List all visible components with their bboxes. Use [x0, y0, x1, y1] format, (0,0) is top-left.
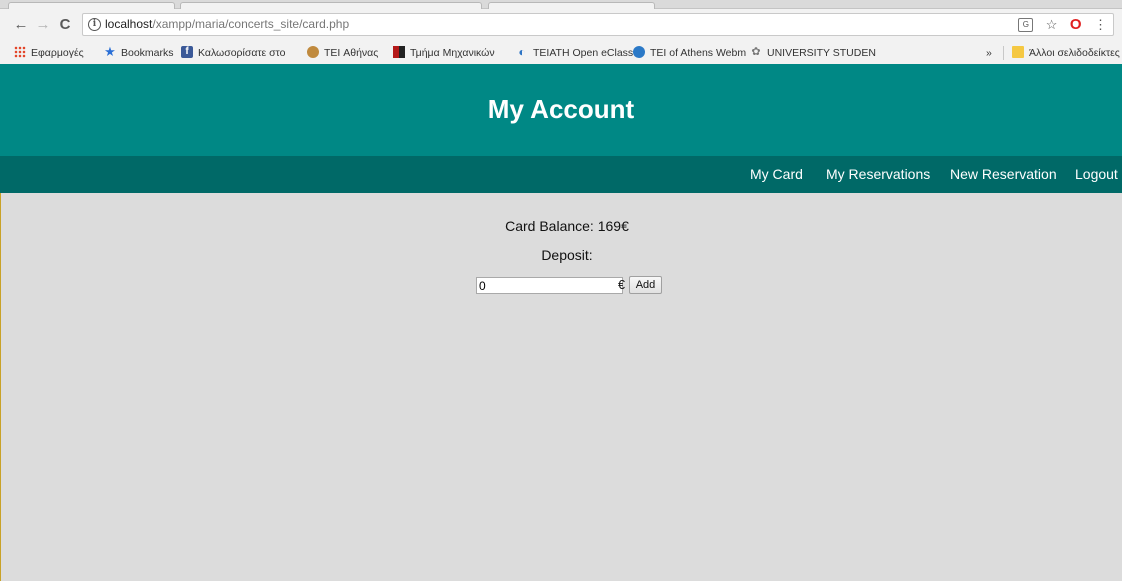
bookmark-webmail[interactable]: TEI of Athens Webm [633, 45, 746, 61]
bookmark-bookmarks[interactable]: ★ Bookmarks [104, 44, 174, 61]
tei-logo-icon [307, 46, 319, 59]
translate-icon[interactable]: G [1018, 17, 1034, 32]
deposit-amount-input[interactable] [476, 277, 623, 294]
add-deposit-button[interactable]: Add [629, 276, 662, 294]
browser-tab-strip [0, 0, 1122, 9]
bookmark-university[interactable]: ✿ UNIVERSITY STUDEN [750, 45, 876, 61]
page-title: My Account [487, 94, 635, 124]
nav-link-new-reservation[interactable]: New Reservation [950, 156, 1057, 193]
currency-symbol: € [618, 278, 625, 292]
info-icon[interactable]: i [88, 18, 101, 31]
bookmark-label: Τμήμα Μηχανικών [410, 47, 495, 59]
bookmarks-bar: Εφαρμογές ★ Bookmarks f Καλωσορίσατε στο T… [0, 42, 1122, 65]
apps-icon [14, 46, 26, 59]
bookmark-label: TEI of Athens Webm [650, 47, 747, 59]
browser-tab-active[interactable] [180, 2, 482, 9]
opera-icon[interactable]: O [1070, 16, 1082, 33]
url-host: localhost [105, 17, 153, 31]
star-icon: ★ [104, 44, 116, 60]
bookmark-label: UNIVERSITY STUDEN [767, 47, 876, 59]
bookmark-label: Εφαρμογές [31, 47, 84, 59]
other-bookmarks-label: Άλλοι σελιδοδείκτες [1029, 47, 1120, 59]
nav-link-logout[interactable]: Logout [1075, 156, 1118, 193]
other-bookmarks[interactable]: Άλλοι σελιδοδείκτες [1012, 45, 1120, 61]
url-path: /xampp/maria/concerts_site/card.php [152, 17, 350, 31]
window-edge [0, 193, 1, 581]
department-icon [393, 46, 405, 59]
card-balance: Card Balance: 169€ [505, 218, 629, 234]
browser-tab[interactable] [8, 2, 175, 9]
bookmark-label: TEI Αθήνας [324, 47, 379, 59]
bookmarks-overflow-button[interactable]: » [986, 45, 992, 61]
nav-link-my-reservations[interactable]: My Reservations [826, 156, 930, 193]
forward-arrow-icon[interactable]: → [34, 14, 52, 36]
omnibox-actions: G ☆ O ⋮ [1018, 16, 1107, 34]
bookmark-department[interactable]: Τμήμα Μηχανικών [393, 45, 495, 61]
bookmarks-divider [1003, 46, 1004, 60]
bookmark-facebook[interactable]: f Καλωσορίσατε στο [181, 45, 285, 61]
bookmark-eclass[interactable]: ◐ TEIATH Open eClass [516, 45, 633, 61]
url-text[interactable]: localhost/xampp/maria/concerts_site/card… [105, 17, 349, 31]
address-bar[interactable]: i localhost/xampp/maria/concerts_site/ca… [82, 13, 1114, 36]
bookmark-label: Bookmarks [121, 47, 174, 59]
bookmark-star-icon[interactable]: ☆ [1046, 17, 1058, 33]
browser-tab[interactable] [488, 2, 655, 9]
webmail-icon [633, 46, 645, 59]
back-arrow-icon[interactable]: ← [12, 14, 30, 36]
deposit-label: Deposit: [541, 247, 593, 263]
folder-icon [1012, 46, 1024, 59]
page-header: My Account [0, 64, 1122, 156]
bookmark-label: Καλωσορίσατε στο [198, 47, 286, 59]
eclass-icon: ◐ [518, 45, 526, 60]
university-icon: ✿ [751, 46, 761, 59]
card-content: Card Balance: 169€ Deposit: € Add [0, 193, 1122, 581]
reload-icon[interactable]: C [56, 14, 74, 36]
bookmark-tei-athens[interactable]: TEI Αθήνας [307, 45, 378, 61]
browser-menu-icon[interactable]: ⋮ [1094, 17, 1107, 33]
nav-link-my-card[interactable]: My Card [750, 156, 803, 193]
browser-toolbar: ← → C i localhost/xampp/maria/concerts_s… [0, 9, 1122, 42]
bookmark-label: TEIATH Open eClass [533, 47, 634, 59]
facebook-icon: f [181, 46, 193, 59]
main-navigation: My Card My Reservations New Reservation … [0, 156, 1122, 193]
bookmark-apps[interactable]: Εφαρμογές [14, 45, 84, 61]
